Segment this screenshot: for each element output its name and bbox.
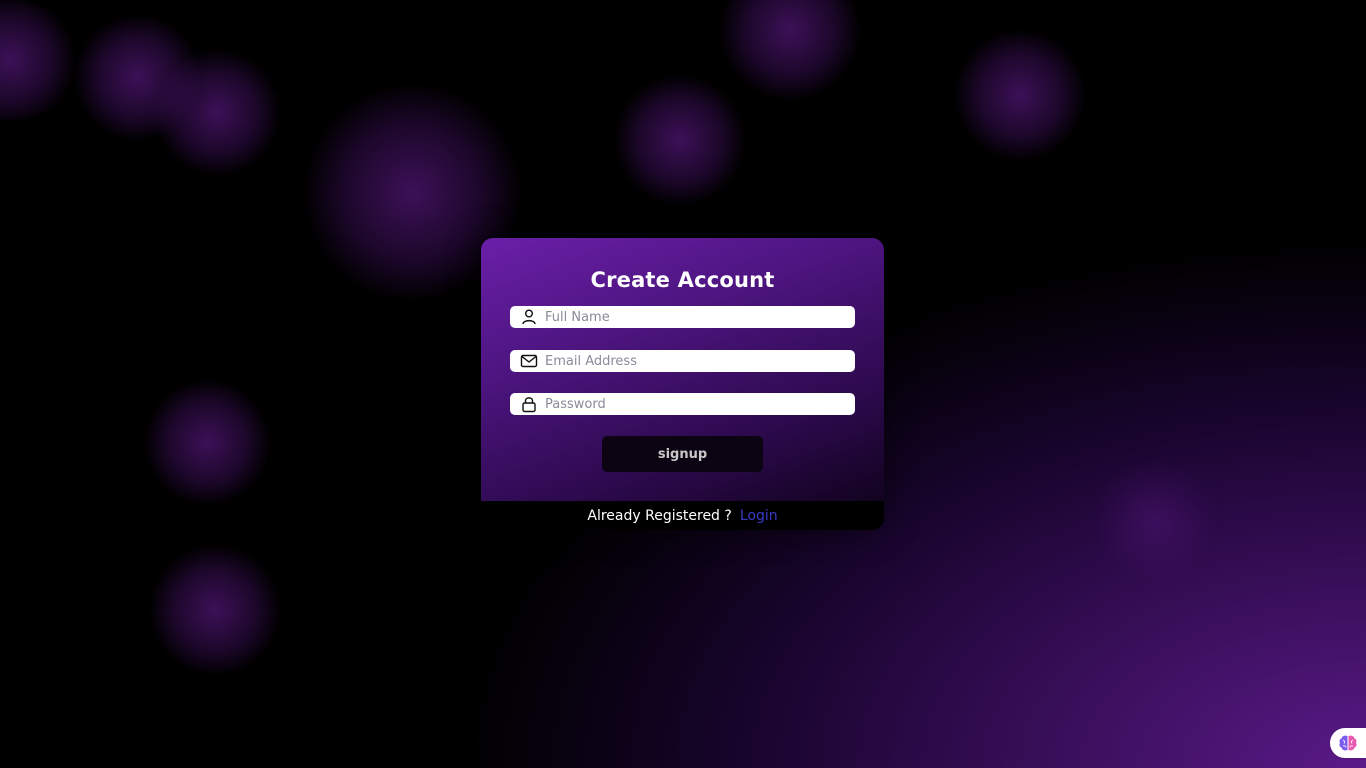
email-input[interactable] <box>545 350 845 372</box>
password-field[interactable] <box>510 393 855 415</box>
password-input[interactable] <box>545 393 845 415</box>
background-bokeh <box>145 380 270 505</box>
signup-button[interactable]: signup <box>602 436 763 472</box>
signup-card: Create Account signup Already Regi <box>481 238 884 530</box>
form-title: Create Account <box>590 268 775 292</box>
background-bokeh <box>720 0 860 100</box>
card-footer: Already Registered ? Login <box>481 501 884 530</box>
background-bokeh <box>1095 460 1215 580</box>
background-bokeh <box>955 30 1085 160</box>
user-icon <box>522 309 536 325</box>
background-bokeh <box>75 15 200 140</box>
already-registered-text: Already Registered ? <box>587 507 732 524</box>
background-bokeh <box>0 0 80 120</box>
lock-icon <box>522 397 536 413</box>
background-bokeh <box>150 545 280 675</box>
brain-icon <box>1339 735 1357 751</box>
signup-form: Create Account signup <box>481 238 884 501</box>
background-bokeh <box>615 75 745 205</box>
login-link[interactable]: Login <box>740 508 778 524</box>
background-bokeh <box>155 50 280 175</box>
email-field[interactable] <box>510 350 855 372</box>
assistant-badge[interactable] <box>1330 728 1366 758</box>
mail-icon <box>520 354 538 368</box>
full-name-field[interactable] <box>510 306 855 328</box>
full-name-input[interactable] <box>545 306 845 328</box>
